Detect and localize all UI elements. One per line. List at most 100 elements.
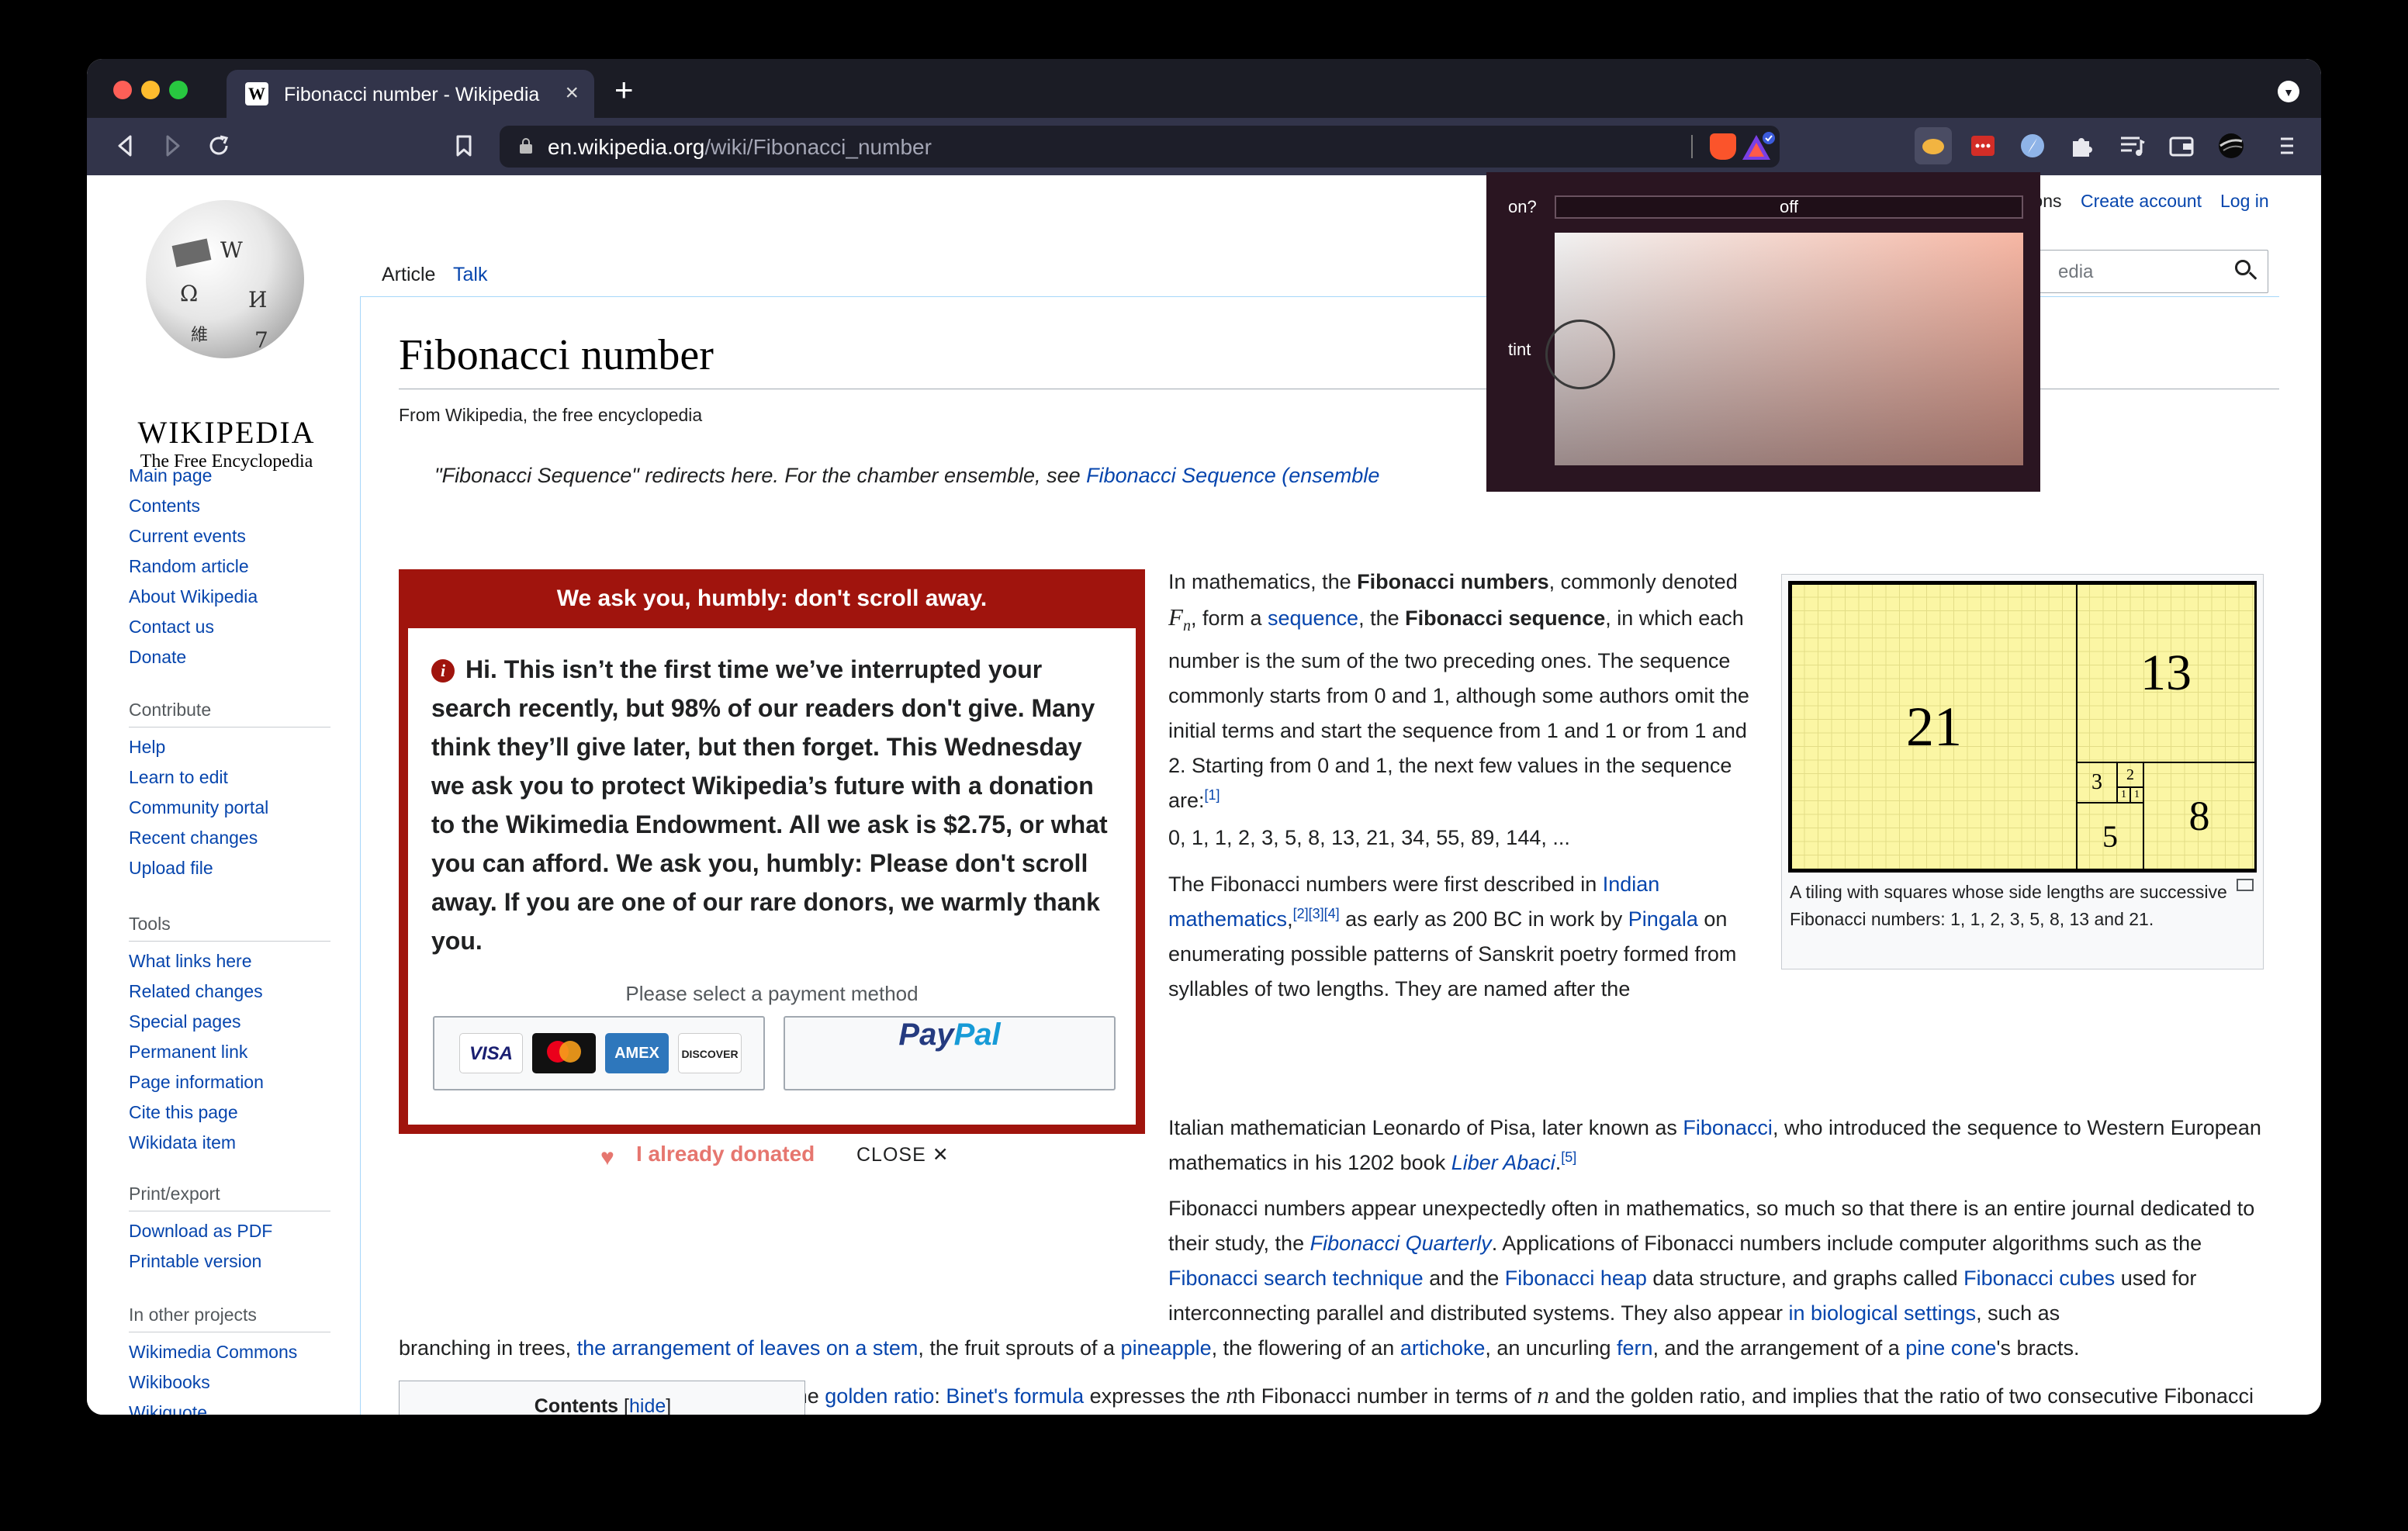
playlist-button[interactable] xyxy=(2113,127,2150,164)
link-fibonacci-cubes[interactable]: Fibonacci cubes xyxy=(1963,1267,2115,1290)
enlarge-icon[interactable] xyxy=(2237,879,2254,891)
sidebar-item-printable-version[interactable]: Printable version xyxy=(129,1251,330,1281)
citation-5[interactable]: [5] xyxy=(1561,1149,1576,1165)
nav-tools: Tools What links here Related changes Sp… xyxy=(129,914,330,1163)
sidebar-item-learn-to-edit[interactable]: Learn to edit xyxy=(129,767,330,797)
profile-avatar[interactable] xyxy=(2213,127,2250,164)
sidebar-item-random-article[interactable]: Random article xyxy=(129,556,330,586)
tab-active[interactable]: W Fibonacci number - Wikipedia × xyxy=(227,70,594,118)
back-button[interactable] xyxy=(110,130,141,161)
globe-glyph-w: W xyxy=(220,237,243,263)
link-fibonacci[interactable]: Fibonacci xyxy=(1683,1116,1773,1139)
link-pineapple[interactable]: pineapple xyxy=(1121,1336,1212,1360)
citation-1[interactable]: [1] xyxy=(1205,787,1220,803)
sidebar-item-donate[interactable]: Donate xyxy=(129,647,330,677)
paypal-logo-pal: Pal xyxy=(953,1018,1001,1052)
url-text[interactable]: en.wikipedia.org/wiki/Fibonacci_number xyxy=(548,135,932,160)
sidebar-item-recent-changes[interactable]: Recent changes xyxy=(129,828,330,858)
user-link-create-account[interactable]: Create account xyxy=(2081,191,2202,212)
link-artichoke[interactable]: artichoke xyxy=(1400,1336,1486,1360)
lock-icon xyxy=(520,138,532,154)
link-binets-formula[interactable]: Binet's formula xyxy=(946,1384,1084,1408)
already-donated-link[interactable]: I already donated xyxy=(636,1142,815,1166)
sidebar-item-page-information[interactable]: Page information xyxy=(129,1072,330,1102)
sidebar-item-community-portal[interactable]: Community portal xyxy=(129,797,330,828)
banner-message: Hi. This isn’t the first time we’ve inte… xyxy=(431,655,1108,955)
sidebar-item-about[interactable]: About Wikipedia xyxy=(129,586,330,617)
link-leaves-on-stem[interactable]: the arrangement of leaves on a stem xyxy=(577,1336,919,1360)
link-indian-mathematics[interactable]: Indian mathematics xyxy=(1168,873,1659,931)
link-fibonacci-quarterly[interactable]: Fibonacci Quarterly xyxy=(1310,1232,1492,1255)
sidebar-item-upload-file[interactable]: Upload file xyxy=(129,858,330,888)
sidebar-item-wikibooks[interactable]: Wikibooks xyxy=(129,1372,330,1402)
link-biological-settings[interactable]: in biological settings xyxy=(1788,1301,1976,1325)
sidebar-item-related-changes[interactable]: Related changes xyxy=(129,981,330,1011)
paypal-button[interactable]: PayPal xyxy=(784,1016,1116,1090)
maximize-window-button[interactable] xyxy=(169,81,188,99)
extension-lastpass-icon[interactable] xyxy=(1964,127,2001,164)
tint-color-picker[interactable] xyxy=(1545,233,2023,465)
link-sequence[interactable]: sequence xyxy=(1268,607,1358,630)
search-icon[interactable] xyxy=(2235,260,2258,282)
sidebar-item-contents[interactable]: Contents xyxy=(129,496,330,526)
new-tab-button[interactable]: + xyxy=(614,74,634,106)
forward-button[interactable] xyxy=(157,130,188,161)
citation-2-3-4[interactable]: [2][3][4] xyxy=(1293,906,1340,921)
wikipedia-favicon-icon: W xyxy=(245,82,268,105)
hatnote-text: "Fibonacci Sequence" redirects here. For… xyxy=(434,464,1087,487)
tab-talk[interactable]: Talk xyxy=(441,253,500,296)
popup-on-label: on? xyxy=(1508,197,1537,216)
link-fibonacci-heap[interactable]: Fibonacci heap xyxy=(1505,1267,1647,1290)
toc-hide-link[interactable]: hide xyxy=(629,1395,666,1415)
banner-body: i Hi. This isn’t the first time we’ve in… xyxy=(408,628,1136,1125)
close-banner-button[interactable]: CLOSE ✕ xyxy=(856,1143,950,1166)
toc-title: Contents xyxy=(534,1395,619,1415)
sidebar-item-what-links-here[interactable]: What links here xyxy=(129,951,330,981)
sidebar-item-help[interactable]: Help xyxy=(129,737,330,767)
square-21: 21 xyxy=(1790,583,2078,870)
link-golden-ratio[interactable]: golden ratio xyxy=(825,1384,934,1408)
link-pine-cone[interactable]: pine cone xyxy=(1905,1336,1996,1360)
close-window-button[interactable] xyxy=(113,81,132,99)
sidebar-item-special-pages[interactable]: Special pages xyxy=(129,1011,330,1042)
credit-card-button[interactable]: VISA AMEX DISCOVER xyxy=(433,1016,765,1090)
extension-compass-icon[interactable] xyxy=(2014,127,2051,164)
link-pingala[interactable]: Pingala xyxy=(1628,907,1698,931)
sidebar-item-permanent-link[interactable]: Permanent link xyxy=(129,1042,330,1072)
link-fibonacci-search[interactable]: Fibonacci search technique xyxy=(1168,1267,1424,1290)
sidebar-item-wikiquote[interactable]: Wikiquote xyxy=(129,1402,330,1415)
link-fern[interactable]: fern xyxy=(1617,1336,1653,1360)
sidebar-item-contact[interactable]: Contact us xyxy=(129,617,330,647)
tab-title: Fibonacci number - Wikipedia xyxy=(284,84,540,105)
sidebar-item-cite-this-page[interactable]: Cite this page xyxy=(129,1102,330,1132)
sidebar-item-wikidata-item[interactable]: Wikidata item xyxy=(129,1132,330,1163)
address-bar[interactable]: en.wikipedia.org/wiki/Fibonacci_number xyxy=(500,126,1780,168)
color-picker-handle[interactable] xyxy=(1545,320,1615,389)
extension-tint-icon[interactable] xyxy=(1915,127,1952,164)
extensions-puzzle-icon[interactable] xyxy=(2064,127,2101,164)
sidebar-item-wikimedia-commons[interactable]: Wikimedia Commons xyxy=(129,1342,330,1372)
lastpass-icon xyxy=(1971,136,1995,156)
link-liber-abaci[interactable]: Liber Abaci xyxy=(1451,1151,1555,1174)
brave-rewards-icon[interactable] xyxy=(1741,132,1777,163)
print-heading: Print/export xyxy=(129,1184,330,1211)
hamburger-menu-icon[interactable] xyxy=(2271,130,2302,161)
fibonacci-tiling-image[interactable]: 21 13 8 5 3 2 1 1 xyxy=(1788,581,2257,873)
reload-button[interactable] xyxy=(203,130,234,161)
hatnote-link[interactable]: Fibonacci Sequence (ensemble xyxy=(1086,464,1379,487)
bookmark-button[interactable] xyxy=(448,130,479,161)
wikipedia-globe-logo[interactable]: W Ω И 維 7 xyxy=(146,200,304,358)
popup-toggle-button[interactable]: off xyxy=(1555,195,2023,219)
sidebar-item-current-events[interactable]: Current events xyxy=(129,526,330,556)
minimize-window-button[interactable] xyxy=(141,81,160,99)
sidebar-item-download-pdf[interactable]: Download as PDF xyxy=(129,1221,330,1251)
user-link-log-in[interactable]: Log in xyxy=(2220,191,2269,212)
tab-menu-chevron-icon[interactable]: ▼ xyxy=(2278,81,2299,102)
wikipedia-wordmark[interactable]: WIKIPEDIA xyxy=(130,414,323,451)
tab-close-icon[interactable]: × xyxy=(565,79,579,107)
tab-article[interactable]: Article xyxy=(369,253,448,296)
brave-shields-icon[interactable] xyxy=(1710,133,1736,160)
wallet-button[interactable] xyxy=(2163,127,2200,164)
heart-icon: ♥ xyxy=(600,1145,614,1170)
sidebar-item-main-page[interactable]: Main page xyxy=(129,465,330,496)
